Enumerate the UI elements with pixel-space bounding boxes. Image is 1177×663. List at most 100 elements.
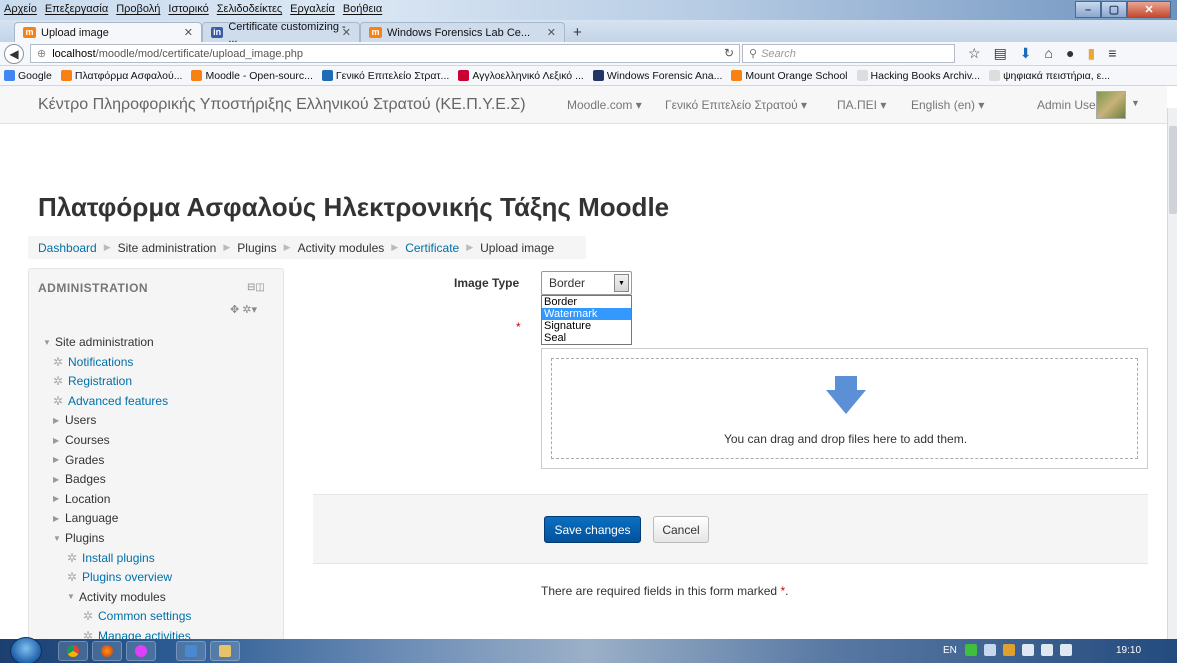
menu-army-staff[interactable]: Γενικό Επιτελείο Στρατού ▾	[665, 98, 807, 112]
tray-notification-icon[interactable]	[1060, 644, 1072, 656]
scrollbar-thumb[interactable]	[1169, 126, 1177, 214]
close-tab-icon[interactable]: ✕	[184, 26, 193, 39]
chevron-down-icon: ▼	[43, 337, 51, 347]
admin-tree-item[interactable]: ✲ Common settings	[83, 609, 191, 623]
bookmark-item[interactable]: ψηφιακά πειστήρια, ε...	[989, 70, 1110, 82]
menu-moodle-com[interactable]: Moodle.com ▾	[567, 98, 642, 112]
chrome-icon[interactable]	[58, 641, 88, 661]
maximize-icon[interactable]: ▢	[1101, 1, 1127, 18]
bookmark-item[interactable]: Πλατφόρμα Ασφαλού...	[60, 70, 182, 82]
dock-block-icon[interactable]: ⊟◫	[247, 282, 265, 293]
breadcrumb-item[interactable]: Certificate	[405, 241, 459, 255]
bookmark-item[interactable]: Γενικό Επιτελείο Στρατ...	[321, 70, 449, 82]
site-name[interactable]: Κέντρο Πληροφορικής Υποστήριξης Ελληνικο…	[38, 96, 526, 114]
admin-tree-item[interactable]: ▶ Grades	[53, 453, 104, 467]
admin-tree-item[interactable]: ▶ Location	[53, 492, 110, 506]
breadcrumb-item[interactable]: Dashboard	[38, 241, 97, 255]
chevron-down-icon[interactable]: ▼	[1131, 98, 1140, 108]
windows-start-icon[interactable]	[10, 637, 42, 663]
menu-item[interactable]: Βοήθεια	[343, 3, 382, 15]
cancel-button[interactable]: Cancel	[653, 516, 709, 543]
download-icon[interactable]: ⬇	[1020, 45, 1032, 62]
app-icon[interactable]	[126, 641, 156, 661]
breadcrumb-item: Activity modules	[297, 240, 385, 255]
menu-icon[interactable]: ≡	[1108, 45, 1116, 62]
tray-battery-icon[interactable]	[1041, 644, 1053, 656]
admin-tree-item[interactable]: ✲ Advanced features	[53, 394, 168, 408]
input-language[interactable]: EN	[943, 645, 957, 656]
admin-tree-item[interactable]: ▼ Plugins	[53, 531, 104, 545]
reading-list-icon[interactable]: ▤	[994, 45, 1007, 62]
admin-tree-item[interactable]: ✲ Install plugins	[67, 551, 155, 565]
tab-upload-image[interactable]: m Upload image ✕	[14, 22, 202, 42]
back-arrow-icon[interactable]: ◀	[4, 44, 24, 64]
bookmark-item[interactable]: Google	[4, 70, 52, 82]
image-type-select[interactable]: Border ▼	[541, 271, 632, 295]
menu-item[interactable]: Επεξεργασία	[45, 3, 108, 15]
move-gear-icon[interactable]: ✥ ✲▾	[230, 303, 257, 316]
required-note: There are required fields in this form m…	[541, 584, 789, 598]
menu-item[interactable]: Ιστορικό	[168, 3, 208, 15]
admin-tree-item[interactable]: ✲ Registration	[53, 374, 132, 388]
file-dropzone[interactable]: You can drag and drop files here to add …	[541, 348, 1148, 469]
new-tab-icon[interactable]: +	[573, 24, 582, 41]
select-option[interactable]: Border	[542, 296, 631, 308]
menu-item[interactable]: Αρχείο	[4, 3, 37, 15]
firefox-icon[interactable]	[92, 641, 122, 661]
menu-papei[interactable]: ΠΑ.ΠΕΙ ▾	[837, 98, 886, 112]
bookmark-item[interactable]: Mount Orange School	[731, 70, 848, 82]
admin-tree-item[interactable]: ✲ Manage activities	[83, 629, 191, 639]
admin-tree-item[interactable]: ✲ Plugins overview	[67, 570, 172, 584]
clock[interactable]: 19:10	[1116, 645, 1141, 656]
home-icon[interactable]: ⌂	[1045, 45, 1053, 62]
gear-icon: ✲	[67, 570, 78, 585]
admin-tree-item[interactable]: ▼ Activity modules	[67, 590, 166, 604]
select-option[interactable]: Seal	[542, 332, 631, 344]
admin-tree-item[interactable]: ✲ Notifications	[53, 355, 133, 369]
volume-icon[interactable]	[1022, 644, 1034, 656]
dropdown-arrow-icon[interactable]: ▼	[614, 274, 629, 292]
admin-tree-item[interactable]: ▶ Badges	[53, 472, 106, 486]
pocket-icon[interactable]: ▮	[1087, 45, 1095, 62]
bookmark-favicon-icon	[731, 70, 743, 81]
admin-tree-item[interactable]: ▶ Courses	[53, 433, 110, 447]
tray-flag-icon[interactable]	[1003, 644, 1015, 656]
url-bar[interactable]: ⊕ localhost/moodle/mod/certificate/uploa…	[30, 44, 740, 63]
chat-icon[interactable]: ●	[1066, 45, 1074, 62]
select-option[interactable]: Watermark	[542, 308, 631, 320]
bookmark-favicon-icon	[4, 70, 15, 81]
close-window-icon[interactable]: ✕	[1127, 1, 1171, 18]
save-button[interactable]: Save changes	[544, 516, 641, 543]
search-input[interactable]: ⚲ Search	[742, 44, 955, 63]
bookmark-item[interactable]: Αγγλοελληνικό Λεξικό ...	[458, 70, 584, 82]
close-tab-icon[interactable]: ✕	[547, 26, 556, 39]
tray-app-icon[interactable]	[965, 644, 977, 656]
tab-windows-forensics[interactable]: m Windows Forensics Lab Ce... ✕	[360, 22, 565, 42]
close-tab-icon[interactable]: ✕	[342, 26, 351, 39]
star-icon[interactable]: ☆	[968, 45, 981, 62]
admin-tree-item[interactable]: ▶ Language	[53, 511, 118, 525]
reload-icon[interactable]: ↻	[724, 46, 734, 60]
bookmarks-bar: Google Πλατφόρμα Ασφαλού... Moodle - Open-…	[0, 66, 1177, 86]
windows-media-icon[interactable]	[176, 641, 206, 661]
file-explorer-icon[interactable]	[210, 641, 240, 661]
system-tray	[965, 644, 1072, 656]
tab-certificate-customizing[interactable]: in Certificate customizing - ... ✕	[202, 21, 360, 45]
user-menu-name[interactable]: Admin User	[1037, 98, 1100, 112]
minimize-icon[interactable]: –	[1075, 1, 1101, 18]
bookmark-item[interactable]: Moodle - Open-sourc...	[191, 70, 313, 82]
dropzone-area[interactable]: You can drag and drop files here to add …	[551, 358, 1138, 459]
menu-item[interactable]: Προβολή	[116, 3, 160, 15]
admin-tree-item[interactable]: ▶ Users	[53, 413, 96, 427]
menu-language[interactable]: English (en) ▾	[911, 98, 984, 112]
bookmark-item[interactable]: Hacking Books Archiv...	[856, 70, 980, 82]
bookmark-item[interactable]: Windows Forensic Ana...	[592, 70, 722, 82]
admin-tree-item[interactable]: ▼ Site administration	[43, 335, 154, 349]
menu-item[interactable]: Εργαλεία	[290, 3, 335, 15]
admin-tree-label: Advanced features	[68, 393, 169, 408]
menu-item[interactable]: Σελιδοδείκτες	[217, 3, 282, 15]
page-scrollbar[interactable]	[1167, 108, 1177, 639]
avatar[interactable]	[1096, 91, 1126, 119]
tray-network-icon[interactable]	[984, 644, 996, 656]
select-option[interactable]: Signature	[542, 320, 631, 332]
